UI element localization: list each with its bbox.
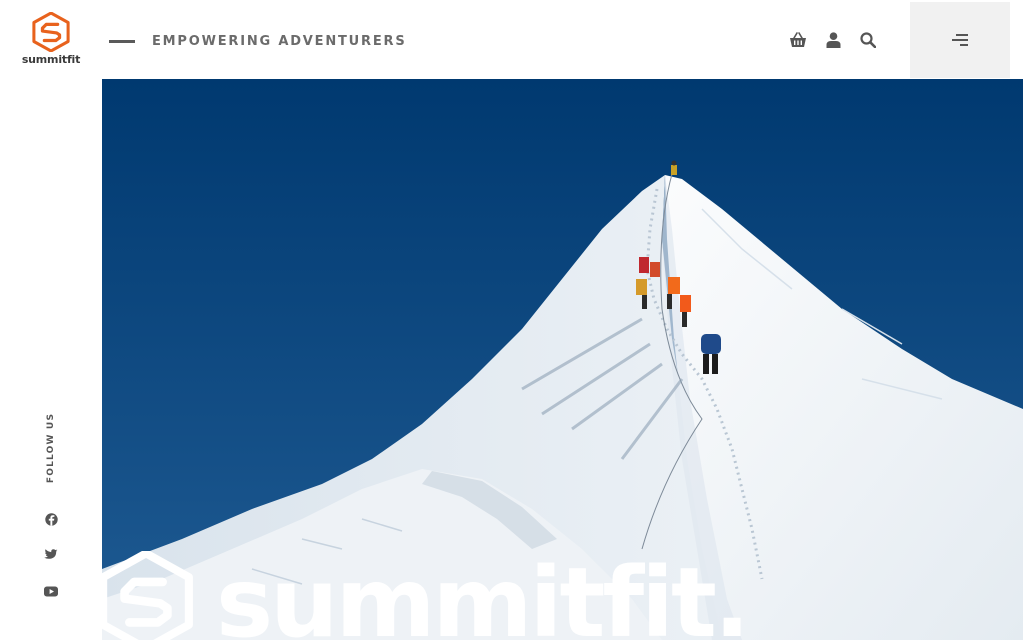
follow-us-label: FOLLOW US [39, 413, 63, 483]
tagline: EMPOWERING ADVENTURERS [152, 33, 407, 49]
follow-us-text: FOLLOW US [46, 412, 56, 484]
hero-image: summitfit. [102, 79, 1023, 640]
tagline-dash [109, 39, 135, 43]
user-icon[interactable] [823, 30, 843, 50]
hero-brand: summitfit. [102, 547, 750, 640]
summitfit-mark-icon [102, 551, 193, 640]
menu-icon [952, 34, 968, 46]
twitter-icon[interactable] [43, 547, 59, 563]
basket-icon[interactable] [788, 30, 808, 50]
site-logo[interactable]: summitfit [16, 12, 86, 72]
logo-text: summitfit [21, 53, 81, 66]
header-actions [788, 30, 878, 50]
menu-button[interactable] [910, 2, 1010, 78]
summitfit-logo-icon [32, 12, 70, 52]
tagline-block: EMPOWERING ADVENTURERS [109, 31, 407, 51]
hero-brand-text: summitfit. [216, 547, 750, 640]
search-icon[interactable] [858, 30, 878, 50]
youtube-icon[interactable] [43, 583, 59, 599]
facebook-icon[interactable] [43, 511, 59, 527]
